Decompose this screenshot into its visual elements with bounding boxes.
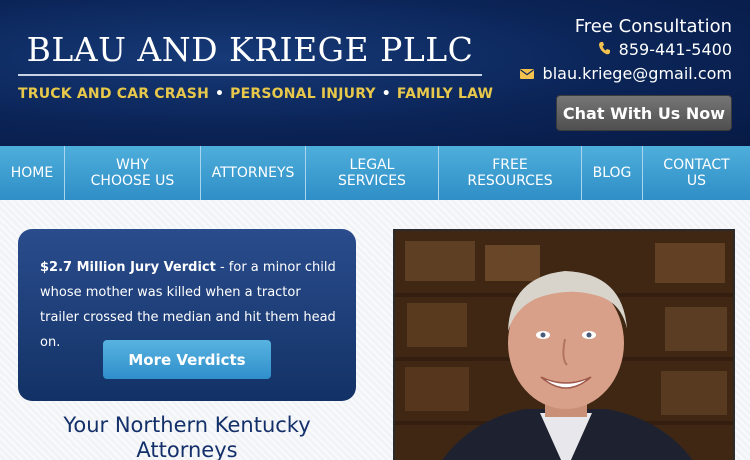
- free-consultation-label: Free Consultation: [574, 16, 732, 37]
- email-link[interactable]: blau.kriege@gmail.com: [520, 63, 732, 86]
- practice-area: PERSONAL INJURY: [230, 86, 376, 102]
- more-verdicts-button[interactable]: More Verdicts: [103, 340, 271, 379]
- site-header: BLAU AND KRIEGE PLLC TRUCK AND CAR CRASH…: [0, 0, 750, 146]
- practice-area: TRUCK AND CAR CRASH: [18, 86, 209, 102]
- phone-number[interactable]: 859-441-5400: [619, 40, 732, 59]
- practice-area: FAMILY LAW: [396, 86, 494, 102]
- chat-with-us-button[interactable]: Chat With Us Now: [556, 95, 732, 131]
- separator-dot: •: [215, 86, 225, 102]
- nav-item-free-resources[interactable]: FREE RESOURCES: [439, 146, 582, 200]
- contact-block: Free Consultation 859-441-5400 blau.krie…: [520, 16, 732, 86]
- firm-logo-text[interactable]: BLAU AND KRIEGE PLLC: [18, 30, 482, 69]
- nav-item-contact-us[interactable]: CONTACT US: [643, 146, 750, 200]
- nav-item-home[interactable]: HOME: [0, 146, 65, 200]
- email-address[interactable]: blau.kriege@gmail.com: [543, 64, 732, 83]
- page-heading: Your Northern Kentucky Attorneys: [63, 413, 311, 460]
- verdict-callout: $2.7 Million Jury Verdict - for a minor …: [18, 229, 356, 401]
- nav-item-legal-services[interactable]: LEGAL SERVICES: [306, 146, 439, 200]
- logo-divider: [18, 74, 482, 76]
- nav-item-blog[interactable]: BLOG: [582, 146, 643, 200]
- nav-item-why-choose-us[interactable]: WHY CHOOSE US: [65, 146, 201, 200]
- nav-item-attorneys[interactable]: ATTORNEYS: [201, 146, 306, 200]
- phone-icon: [599, 42, 614, 59]
- main-navigation: HOME WHY CHOOSE US ATTORNEYS LEGAL SERVI…: [0, 146, 750, 200]
- phone-link[interactable]: 859-441-5400: [520, 39, 732, 62]
- main-content: $2.7 Million Jury Verdict - for a minor …: [0, 200, 750, 460]
- envelope-icon: [520, 67, 538, 83]
- separator-dot: •: [381, 86, 391, 102]
- verdict-headline: $2.7 Million Jury Verdict: [40, 260, 216, 275]
- attorney-portrait-photo: [393, 229, 735, 460]
- practice-areas-tagline: TRUCK AND CAR CRASH • PERSONAL INJURY • FAMI…: [18, 86, 493, 102]
- attorney-portrait-illustration: [395, 231, 733, 460]
